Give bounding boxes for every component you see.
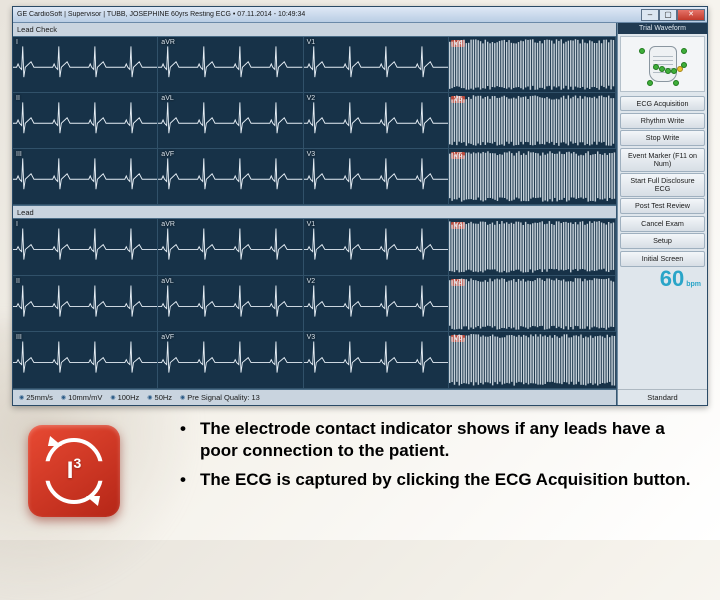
ecg-grid-lower: I aVR V1 V4 II aVL V2 V5 III aVF [13, 219, 616, 389]
ecg-cell: V2 [304, 276, 449, 333]
ecg-grid-upper: I aVR V1 V4 II aVL V2 V5 III aVF [13, 37, 616, 205]
badge-text: I3 [67, 457, 81, 485]
sidebar-button[interactable]: Setup [620, 233, 705, 249]
sidebar-button[interactable]: Cancel Exam [620, 216, 705, 232]
ecg-cell: V3 [304, 332, 449, 389]
statusbar-item: 100Hz [110, 393, 139, 402]
ecg-cell: aVL [158, 276, 303, 333]
sidebar-button[interactable]: Post Test Review [620, 198, 705, 214]
ecg-cell: III [13, 332, 158, 389]
window-title: GE CardioSoft | Supervisor | TUBB, JOSEP… [17, 11, 305, 18]
slide-bullet: The electrode contact indicator shows if… [180, 418, 700, 463]
leadcheck-label: Lead Check [17, 25, 57, 34]
ecg-cell: aVL [158, 93, 303, 149]
ecg-cell: V6 [449, 149, 616, 205]
statusbar-item: Pre Signal Quality: 13 [180, 393, 260, 402]
sidebar-header: Trial Waveform [618, 23, 707, 34]
statusbar-item: 10mm/mV [61, 393, 102, 402]
ecg-cell: V1 [304, 219, 449, 276]
statusbar-item: 25mm/s [19, 393, 53, 402]
ecg-cell: II [13, 276, 158, 333]
ecg-cell: aVR [158, 37, 303, 93]
sidebar-button[interactable]: Event Marker (F11 on Num) [620, 148, 705, 172]
i3-badge: I3 [28, 425, 120, 517]
window-controls: – ▢ [641, 9, 705, 21]
electrode-indicator [620, 36, 705, 92]
ecg-cell: I [13, 219, 158, 276]
ecg-cell: V4 [449, 37, 616, 93]
ecg-cell: aVF [158, 332, 303, 389]
sidebar-buttons: ECG AcquisitionRhythm WriteStop Write Eve… [618, 94, 707, 268]
ecg-cell: III [13, 149, 158, 205]
ecg-cell: II [13, 93, 158, 149]
ecg-cell: V6 [449, 332, 616, 389]
ecg-cell: V2 [304, 93, 449, 149]
slide-bullet: The ECG is captured by clicking the ECG … [180, 469, 700, 491]
ecg-cell: aVF [158, 149, 303, 205]
ecg-cell: V4 [449, 219, 616, 276]
sidebar-button[interactable]: ECG Acquisition [620, 96, 705, 112]
sidebar-button[interactable]: Start Full Disclosure ECG [620, 173, 705, 197]
ecg-cell: V5 [449, 276, 616, 333]
ecg-cell: aVR [158, 219, 303, 276]
ecg-cell: V1 [304, 37, 449, 93]
sidebar-button[interactable]: Rhythm Write [620, 113, 705, 129]
hr-unit: bpm [686, 281, 701, 288]
hr-value: 60 [660, 268, 684, 290]
window-titlebar: GE CardioSoft | Supervisor | TUBB, JOSEP… [13, 7, 707, 23]
ecg-cell: I [13, 37, 158, 93]
sidebar-button[interactable]: Stop Write [620, 130, 705, 146]
ecg-cell: V5 [449, 93, 616, 149]
sidebar-footer: Standard [618, 389, 707, 405]
mid-divider: Lead [13, 205, 616, 219]
leadcheck-bar: Lead Check [13, 23, 616, 37]
sidebar-button[interactable]: Initial Screen [620, 251, 705, 267]
slide-text: The electrode contact indicator shows if… [180, 418, 700, 497]
status-bar: 25mm/s 10mm/mV 100Hz 50Hz Pre Signal Quality… [13, 389, 616, 405]
statusbar-item: 50Hz [147, 393, 172, 402]
app-body: Lead Check I aVR V1 V4 II aVL V2 V5 III [13, 23, 707, 405]
ecg-app-window: GE CardioSoft | Supervisor | TUBB, JOSEP… [12, 6, 708, 406]
sidebar: Trial Waveform [617, 23, 707, 405]
waveform-area: Lead Check I aVR V1 V4 II aVL V2 V5 III [13, 23, 617, 405]
minimize-button[interactable]: – [641, 9, 659, 21]
mid-label: Lead [17, 208, 34, 217]
heart-rate: 60 bpm [618, 268, 707, 292]
ecg-cell: V3 [304, 149, 449, 205]
maximize-button[interactable]: ▢ [659, 9, 677, 21]
close-button[interactable] [677, 9, 705, 21]
